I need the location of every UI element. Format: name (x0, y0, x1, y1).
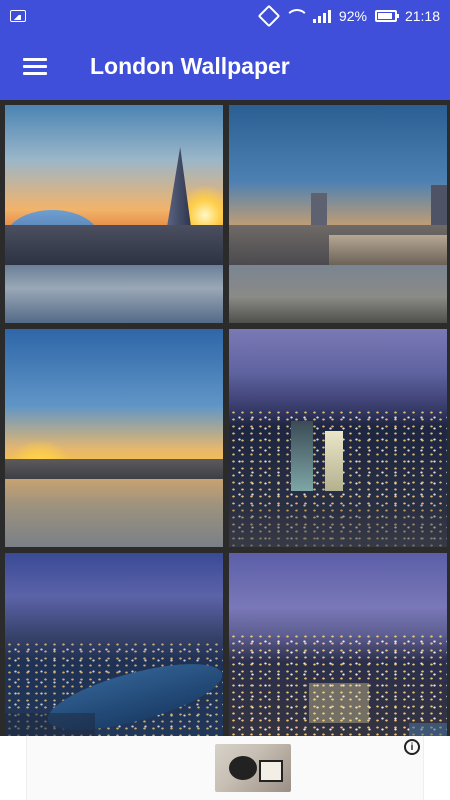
ad-bar: i (0, 736, 450, 800)
wallpaper-thumbnail-4[interactable] (229, 329, 447, 547)
app-bar: London Wallpaper (0, 32, 450, 100)
wallpaper-thumbnail-1[interactable] (5, 105, 223, 323)
battery-percent: 92% (338, 8, 367, 24)
vibrate-icon (257, 4, 281, 28)
hamburger-menu-icon[interactable] (0, 32, 70, 100)
wallpaper-grid (0, 100, 450, 771)
ad-image[interactable] (215, 744, 291, 792)
status-left (10, 10, 261, 22)
app-title: London Wallpaper (90, 52, 290, 79)
wifi-icon (284, 9, 309, 23)
status-bar: 92% 21:18 (0, 0, 450, 32)
ad-banner[interactable] (26, 736, 424, 800)
wallpaper-thumbnail-2[interactable] (229, 105, 447, 323)
ad-info-icon[interactable]: i (404, 739, 420, 755)
wallpaper-thumbnail-3[interactable] (5, 329, 223, 547)
image-notification-icon (10, 10, 26, 22)
clock: 21:18 (404, 8, 440, 24)
battery-icon (374, 10, 399, 22)
status-right: 92% 21:18 (257, 4, 440, 28)
signal-icon (312, 9, 331, 23)
